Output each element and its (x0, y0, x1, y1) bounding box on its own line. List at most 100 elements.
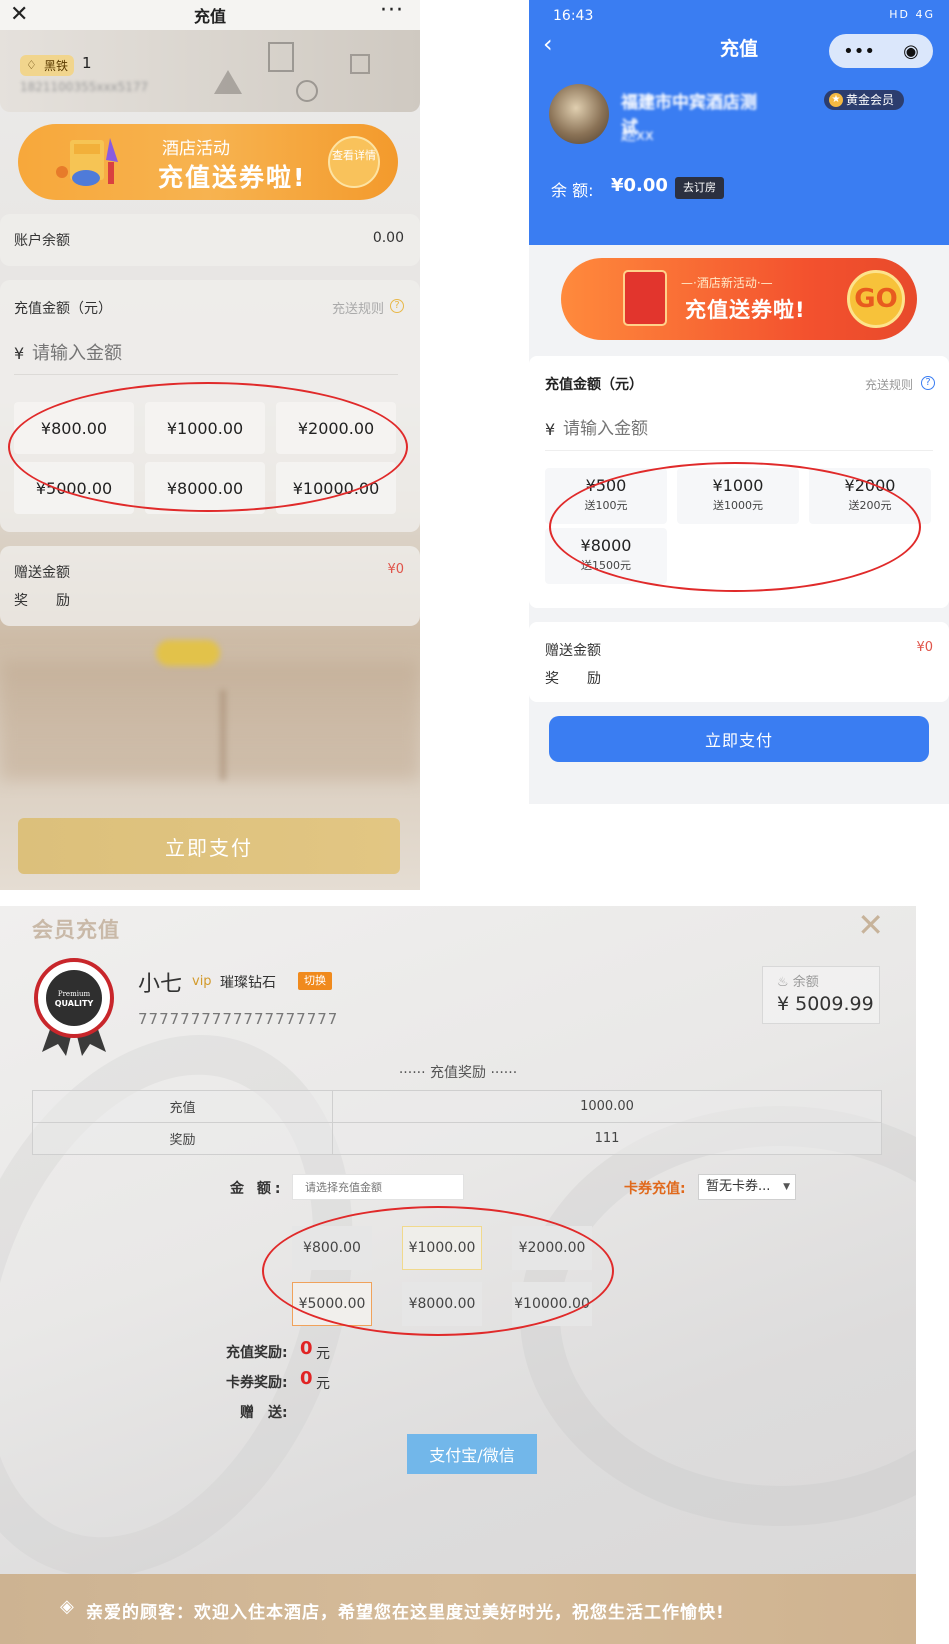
pay-now-button[interactable]: 立即支付 (18, 818, 400, 874)
decor-lamp (268, 42, 294, 72)
coupon-reward-label: 卡券奖励: (226, 1375, 288, 1391)
amount-option-1000[interactable]: ¥1000.00 (402, 1226, 482, 1270)
switch-button[interactable]: 切换 (298, 972, 332, 990)
currency-symbol: ¥ (545, 420, 556, 439)
recharge-card: 充值金额（元） 充送规则 ? ¥ ¥500 送100元 ¥1000 送1000元… (529, 356, 949, 608)
vip-tag: vip (192, 974, 212, 989)
gift-illustration (56, 138, 118, 186)
alipay-wechat-pay-button[interactable]: 支付宝/微信 (407, 1434, 537, 1474)
gift-amount-value: ¥0 (916, 640, 933, 655)
table-cell: 奖励 (32, 1122, 333, 1155)
recharge-amount-label: 充值金额（元） (14, 301, 112, 317)
svg-text:Premium: Premium (58, 990, 91, 998)
member-card-number: 7777777777777777777 (138, 1010, 339, 1028)
amount-option-10000[interactable]: ¥10000.00 (512, 1282, 592, 1326)
amount-option-1000[interactable]: ¥1000.00 (145, 402, 265, 454)
decor-lamp (214, 70, 242, 94)
recharge-screen-1: ✕ 充值 ··· ♢ 黑铁 1 1821100355xxx5177 酒店活动 充… (0, 0, 420, 890)
amount-label: 金 额: (230, 1181, 285, 1197)
promo-banner[interactable]: 酒店活动 充值送券啦! 查看详情 (18, 124, 398, 200)
amount-option-800[interactable]: ¥800.00 (292, 1226, 372, 1270)
recharge-rules-link[interactable]: 充送规则 (332, 298, 384, 317)
coupon-reward-value: 0 (300, 1368, 313, 1389)
user-name: 福建市中宾酒店测试 (621, 93, 757, 138)
amount-option-1000[interactable]: ¥1000 送1000元 (677, 468, 799, 524)
coupon-reward-unit: 元 (316, 1376, 330, 1392)
table-cell: 111 (332, 1122, 882, 1155)
page-title: 充值 (193, 7, 226, 26)
amount-input[interactable] (563, 414, 923, 444)
mini-program-capsule[interactable]: ••• ◉ (829, 34, 933, 68)
balance-label: ♨ 余额 (777, 975, 819, 990)
book-room-button[interactable]: 去订房 (675, 177, 724, 199)
diamond-icon: ◈ (60, 1596, 74, 1617)
avatar (549, 84, 609, 144)
promo-banner[interactable]: —·酒店新活动·— 充值送券啦! GO (561, 258, 917, 340)
amount-option-10000[interactable]: ¥10000.00 (276, 462, 396, 514)
status-indicators: HD 4G (889, 8, 935, 21)
amount-option-5000[interactable]: ¥5000.00 (14, 462, 134, 514)
amount-option-800[interactable]: ¥800.00 (14, 402, 134, 454)
amount-option-2000[interactable]: ¥2000.00 (512, 1226, 592, 1270)
amount-option-8000[interactable]: ¥8000.00 (145, 462, 265, 514)
amount-option-5000[interactable]: ¥5000.00 (292, 1282, 372, 1326)
dropdown-arrow-icon: ▼ (783, 1182, 790, 1192)
red-envelope-icon (623, 270, 667, 326)
gift-label: 赠 送: (240, 1405, 288, 1421)
blue-header: 16:43 HD 4G ‹ 充值 ••• ◉ 福建市中宾酒店测试 赵xx ★ 黄… (529, 0, 949, 245)
vip-badge: ★ 黄金会员 (824, 90, 905, 110)
coupon-select[interactable]: 暂无卡券... ▼ (698, 1174, 796, 1200)
reward-section-title: ······ 充值奖励 ······ (398, 1065, 518, 1081)
banner-subtitle: 酒店活动 (162, 139, 230, 159)
amount-input[interactable] (32, 338, 398, 368)
recharge-amount-label: 充值金额（元） (545, 377, 643, 393)
reward-label: 奖 励 (545, 671, 601, 687)
target-icon[interactable]: ◉ (903, 41, 919, 62)
divider (545, 450, 933, 451)
amount-option-8000[interactable]: ¥8000 送1500元 (545, 528, 667, 584)
coupon-label: 卡券充值: (624, 1181, 686, 1197)
balance-label: 账户余额 (14, 233, 70, 249)
nav-bar: ✕ 充值 ··· (0, 0, 420, 30)
more-icon[interactable]: ••• (843, 41, 875, 62)
help-icon[interactable]: ? (921, 376, 935, 390)
more-icon[interactable]: ··· (380, 0, 404, 23)
amount-option-2000[interactable]: ¥2000.00 (276, 402, 396, 454)
gift-card: 赠送金额 ¥0 奖 励 (0, 546, 420, 626)
amount-input[interactable] (292, 1174, 464, 1200)
balance-card: 账户余额 0.00 (0, 214, 420, 266)
recharge-screen-2: 16:43 HD 4G ‹ 充值 ••• ◉ 福建市中宾酒店测试 赵xx ★ 黄… (529, 0, 949, 804)
balance-value: 0.00 (372, 230, 404, 246)
help-icon[interactable]: ? (390, 299, 404, 313)
gift-amount-label: 赠送金额 (545, 643, 601, 659)
member-level: 璀璨钻石 (220, 975, 276, 991)
background-decor (156, 640, 220, 666)
table-cell: 充值 (32, 1090, 333, 1123)
recharge-rules-link[interactable]: 充送规则 (865, 376, 913, 393)
reward-label: 奖 励 (14, 593, 70, 609)
currency-symbol: ¥ (14, 344, 25, 363)
close-icon[interactable]: ✕ (857, 906, 884, 944)
pay-now-button[interactable]: 立即支付 (549, 716, 929, 762)
banner-detail-button[interactable]: 查看详情 (328, 136, 380, 188)
recharge-reward-value: 0 (300, 1338, 313, 1359)
dialog-title: 会员充值 (32, 918, 120, 942)
status-time: 16:43 (553, 8, 594, 24)
balance-value: ¥0.00 (611, 175, 668, 196)
close-icon[interactable]: ✕ (10, 2, 28, 27)
go-button[interactable]: GO (847, 270, 905, 328)
decor-lamp (296, 80, 318, 102)
money-bag-icon: ♨ (777, 975, 793, 990)
balance-value: ¥ 5009.99 (777, 993, 874, 1015)
divider (14, 374, 398, 375)
member-recharge-dialog: 会员充值 ✕ Premium QUALITY 小七 vip 璀璨钻石 切换 77… (0, 906, 916, 1644)
balance-label: 余 额: (551, 181, 594, 200)
premium-quality-medal-icon: Premium QUALITY (34, 958, 114, 1056)
amount-option-2000[interactable]: ¥2000 送200元 (809, 468, 931, 524)
banner-subtitle: —·酒店新活动·— (681, 276, 773, 290)
member-name: 小七 (138, 972, 183, 997)
amount-option-500[interactable]: ¥500 送100元 (545, 468, 667, 524)
amount-option-8000[interactable]: ¥8000.00 (402, 1282, 482, 1326)
gift-amount-value: ¥0 (387, 562, 404, 577)
welcome-message: 亲爱的顾客：欢迎入住本酒店，希望您在这里度过美好时光，祝您生活工作愉快! (86, 1603, 725, 1623)
